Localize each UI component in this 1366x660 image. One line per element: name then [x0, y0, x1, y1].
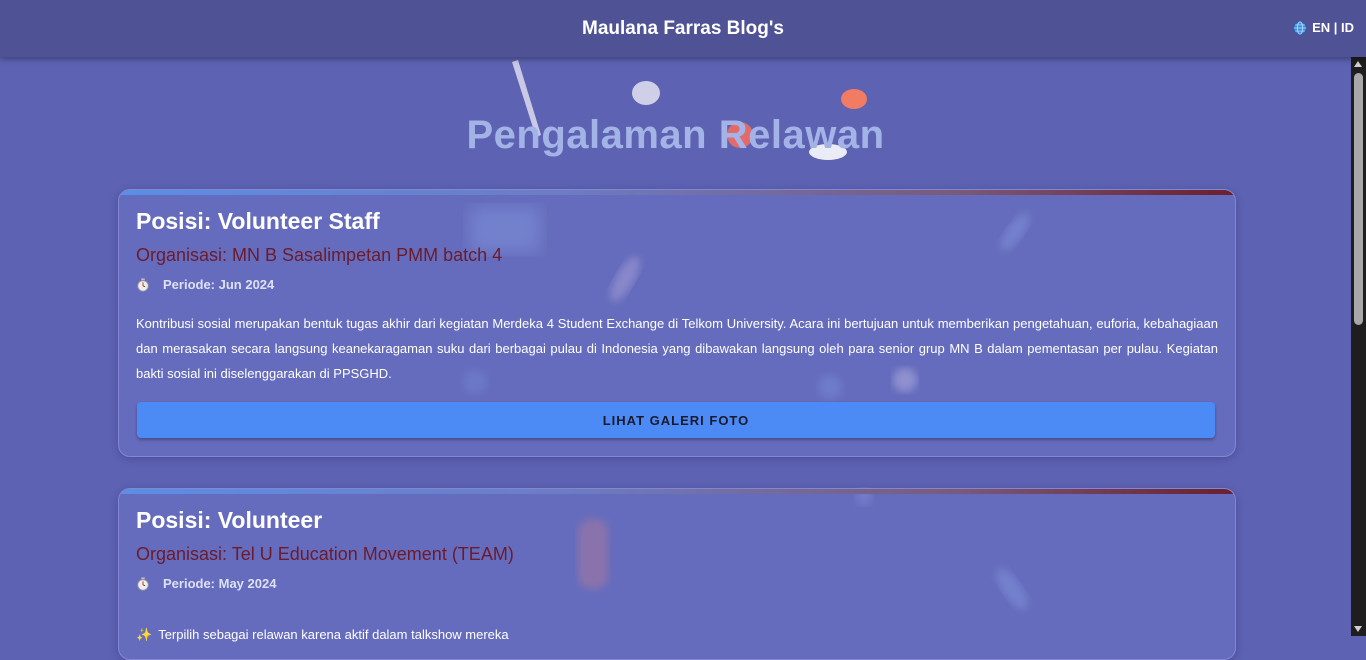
experience-card: Posisi: Volunteer Staff Organisasi: MN B…	[118, 189, 1236, 457]
scroll-down-arrow-icon[interactable]	[1354, 626, 1362, 632]
stopwatch-icon	[137, 277, 149, 292]
stopwatch-icon	[137, 576, 149, 591]
scrollbar-thumb[interactable]	[1354, 73, 1363, 325]
position-title: Posisi: Volunteer	[136, 507, 323, 533]
globe-icon	[1293, 21, 1307, 34]
blog-title[interactable]: Maulana Farras Blog's	[0, 18, 1366, 40]
page-title: Pengalaman Relawan	[466, 113, 885, 157]
period-text: Periode: May 2024	[163, 576, 277, 591]
language-label: EN | ID	[1312, 20, 1354, 35]
experience-card: Posisi: Volunteer Organisasi: Tel U Educ…	[118, 488, 1236, 660]
achievement-text: Terpilih sebagai relawan karena aktif da…	[158, 627, 509, 642]
period-row: Periode: Jun 2024	[136, 277, 274, 292]
scroll-up-arrow-icon[interactable]	[1354, 61, 1362, 67]
page-scrollbar[interactable]	[1351, 57, 1366, 636]
organization-name: Organisasi: Tel U Education Movement (TE…	[136, 544, 514, 564]
period-text: Periode: Jun 2024	[163, 277, 275, 292]
position-title: Posisi: Volunteer Staff	[136, 208, 380, 234]
achievement-item: ✨ Terpilih sebagai relawan karena aktif …	[136, 627, 509, 643]
experience-description: Kontribusi sosial merupakan bentuk tugas…	[136, 316, 1218, 381]
period-row: Periode: May 2024	[136, 576, 276, 591]
language-switcher[interactable]: EN | ID	[1293, 20, 1354, 35]
sparkle-icon: ✨	[136, 627, 153, 642]
view-photo-gallery-button[interactable]: LIHAT GALERI FOTO	[137, 402, 1215, 438]
top-app-bar: Maulana Farras Blog's EN | ID	[0, 0, 1366, 57]
organization-name: Organisasi: MN B Sasalimpetan PMM batch …	[136, 245, 503, 265]
